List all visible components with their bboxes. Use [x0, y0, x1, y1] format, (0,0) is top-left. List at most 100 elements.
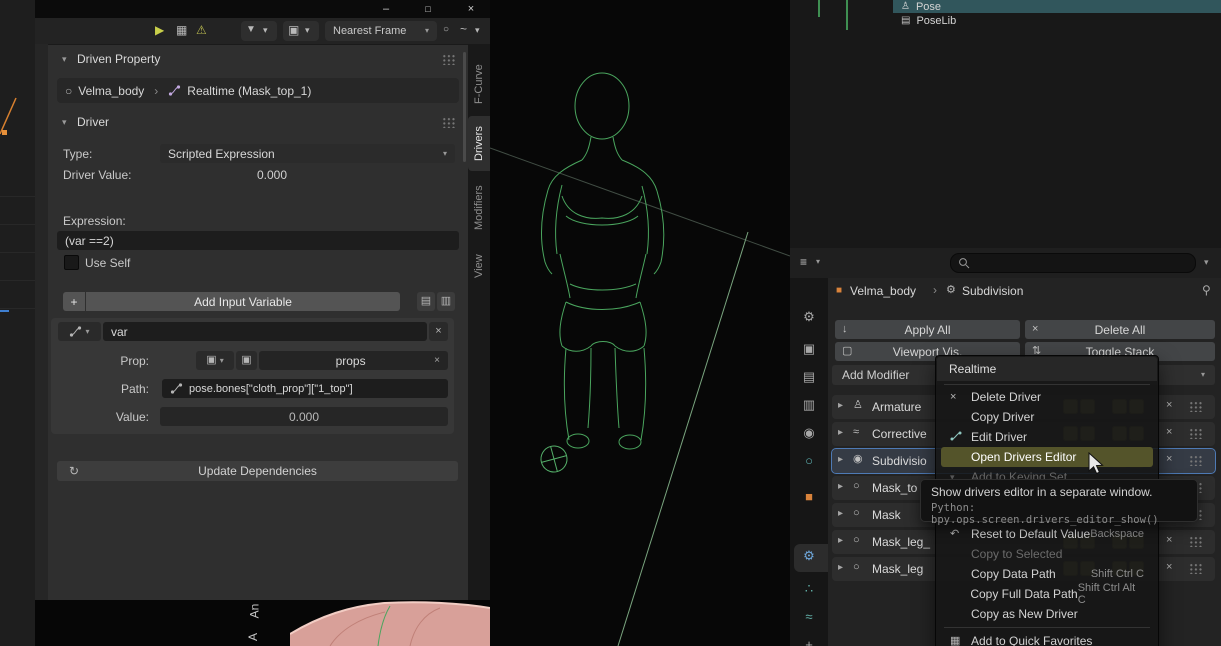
breadcrumb-modifier[interactable]: Subdivision	[962, 284, 1023, 298]
drag-handle[interactable]	[1188, 427, 1202, 439]
window-titlebar[interactable]	[35, 0, 490, 18]
menu-item-delete-driver[interactable]: Delete Driver	[941, 387, 1153, 407]
drag-handle[interactable]	[1188, 535, 1202, 547]
display-dropdown[interactable]	[283, 21, 319, 41]
tab-output-icon[interactable]	[800, 370, 818, 388]
bone-widget[interactable]	[538, 443, 570, 475]
button-label: Apply All	[904, 322, 951, 337]
pin-icon[interactable]	[1202, 284, 1211, 296]
menu-item-copy-as-new-driver[interactable]: Copy as New Driver	[941, 604, 1153, 624]
update-dependencies-button[interactable]: Update Dependencies	[57, 461, 458, 481]
search-icon	[959, 258, 970, 269]
tab-modifiers-icon[interactable]	[800, 549, 818, 567]
panel-drag-handle[interactable]	[441, 116, 455, 128]
proportional-edit-icon[interactable]	[443, 25, 449, 35]
shortcut-label: Shift Ctrl C	[1090, 568, 1144, 580]
tab-view[interactable]: View	[468, 245, 490, 287]
tab-object-icon[interactable]	[800, 490, 818, 508]
drag-handle[interactable]	[1188, 400, 1202, 412]
tab-fcurve[interactable]: F-Curve	[468, 55, 490, 113]
expand-icon[interactable]	[838, 401, 843, 411]
delete-modifier-icon[interactable]	[1166, 427, 1172, 438]
tab-render-icon[interactable]	[800, 342, 818, 360]
driver-type-dropdown[interactable]: Scripted Expression	[160, 144, 455, 163]
expand-icon[interactable]	[838, 428, 843, 438]
id-type-dropdown[interactable]	[196, 351, 234, 370]
shortcut-label: Shift Ctrl Alt C	[1077, 582, 1136, 606]
tab-constraints-icon[interactable]	[800, 638, 818, 646]
menu-item-copy-driver[interactable]: Copy Driver	[941, 407, 1153, 427]
copy-variables-button[interactable]	[417, 292, 435, 311]
breadcrumb-object[interactable]: Velma_body	[850, 284, 916, 298]
delete-modifier-icon[interactable]	[1166, 535, 1172, 546]
delete-modifier-icon[interactable]	[1166, 454, 1172, 465]
expand-icon[interactable]	[838, 455, 843, 465]
panel-collapse-icon[interactable]	[62, 55, 67, 64]
minimize-icon[interactable]	[378, 2, 394, 16]
tab-particles-icon[interactable]	[800, 582, 818, 600]
scrollbar[interactable]	[463, 52, 466, 162]
tab-scene-icon[interactable]	[800, 426, 818, 444]
maximize-icon[interactable]	[420, 2, 436, 16]
tab-world-icon[interactable]	[800, 454, 818, 472]
menu-item-add-to-quick-favorites[interactable]: Add to Quick Favorites	[941, 631, 1153, 646]
breadcrumb-object[interactable]: Velma_body	[78, 84, 144, 98]
close-icon[interactable]	[463, 2, 479, 16]
menu-separator	[944, 627, 1150, 628]
show-hidden-toggle-icon[interactable]	[176, 24, 187, 36]
channel-divider	[0, 196, 35, 197]
id-selector-button[interactable]	[236, 351, 257, 370]
outliner-row-pose[interactable]: Pose	[893, 0, 1221, 13]
tab-physics-icon[interactable]	[800, 610, 818, 628]
tab-tool-icon[interactable]	[800, 310, 818, 328]
apply-all-button[interactable]: Apply All	[835, 320, 1020, 339]
fcurve-handle-icon[interactable]	[460, 23, 467, 35]
filter-options-icon[interactable]	[1204, 258, 1209, 267]
panel-header[interactable]: Driven Property	[77, 52, 160, 66]
expand-icon[interactable]	[838, 509, 843, 519]
breadcrumb-property[interactable]: Realtime (Mask_top_1)	[187, 84, 311, 98]
viewport-3d[interactable]	[489, 0, 791, 646]
menu-item-copy-to-selected[interactable]: Copy to Selected	[941, 544, 1153, 564]
snap-dropdown[interactable]: Nearest Frame	[325, 21, 437, 41]
expand-icon[interactable]	[838, 482, 843, 492]
drag-handle[interactable]	[1188, 562, 1202, 574]
panel-collapse-icon[interactable]	[62, 118, 67, 127]
delete-all-button[interactable]: Delete All	[1025, 320, 1215, 339]
drag-handle[interactable]	[1188, 454, 1202, 466]
add-variable-plus-button[interactable]	[63, 292, 85, 311]
only-errors-toggle-icon[interactable]	[196, 24, 207, 36]
expression-input[interactable]: (var ==2)	[57, 231, 459, 250]
close-icon[interactable]	[434, 356, 440, 366]
remove-variable-button[interactable]	[429, 322, 448, 341]
menu-item-reset-default[interactable]: Reset to Default Value Backspace	[941, 524, 1153, 544]
search-input[interactable]	[950, 253, 1196, 273]
add-input-variable-button[interactable]: Add Input Variable	[86, 292, 400, 311]
expand-icon[interactable]	[838, 563, 843, 573]
use-self-checkbox[interactable]	[64, 255, 79, 270]
menu-item-copy-data-path[interactable]: Copy Data Path Shift Ctrl C	[941, 564, 1153, 584]
tab-view-layer-icon[interactable]	[800, 398, 818, 416]
menu-item-open-drivers-editor[interactable]: Open Drivers Editor	[941, 447, 1153, 467]
menu-item-copy-full-data-path[interactable]: Copy Full Data Path Shift Ctrl Alt C	[941, 582, 1153, 606]
panel-drag-handle[interactable]	[441, 53, 455, 65]
delete-modifier-icon[interactable]	[1166, 400, 1172, 411]
properties-editor-icon[interactable]	[800, 256, 807, 268]
prop-object-field[interactable]: props	[259, 351, 448, 370]
variable-name-input[interactable]: var	[103, 322, 427, 341]
tab-modifiers[interactable]: Modifiers	[468, 175, 490, 241]
outliner-row-poselib[interactable]: PoseLib	[893, 14, 1221, 27]
delete-modifier-icon[interactable]	[1166, 562, 1172, 573]
menu-item-edit-driver[interactable]: Edit Driver	[941, 427, 1153, 447]
expand-icon[interactable]	[838, 536, 843, 546]
chevron-down-icon[interactable]	[816, 258, 820, 266]
filter-dropdown[interactable]	[241, 21, 277, 41]
path-input[interactable]: pose.bones["cloth_prop"]["1_top"]	[162, 379, 448, 398]
chevron-down-icon[interactable]	[475, 26, 480, 35]
mask-modifier-icon	[853, 562, 860, 573]
paste-variables-button[interactable]	[437, 292, 455, 311]
only-selected-toggle-icon[interactable]	[155, 24, 164, 36]
variable-type-dropdown[interactable]	[58, 322, 101, 341]
tab-drivers[interactable]: Drivers	[468, 116, 490, 171]
panel-header[interactable]: Driver	[77, 115, 109, 129]
